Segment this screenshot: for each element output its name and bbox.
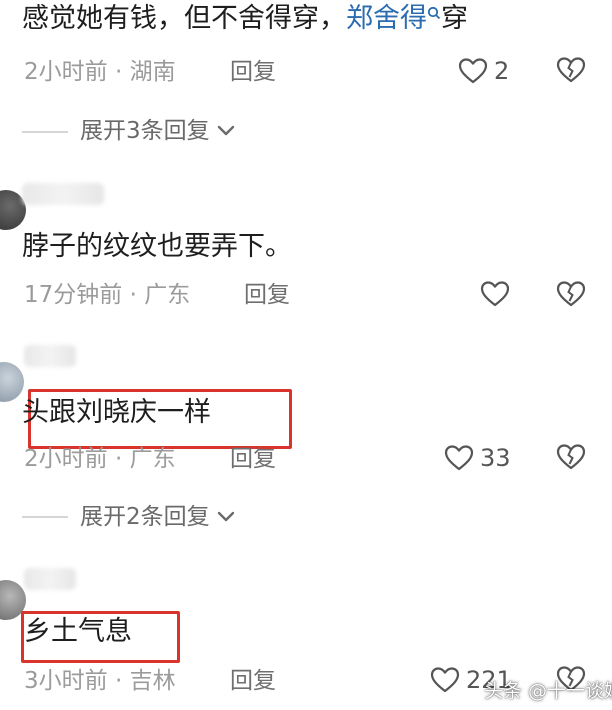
expand-divider [22,516,68,518]
comment-4-location: 吉林 [129,668,176,694]
username-blurred [24,568,76,590]
comment-4-reply-button[interactable]: 回复 [230,666,276,696]
comment-3-like-button[interactable]: 33 [444,443,511,473]
comment-1-dislike-button[interactable] [556,56,586,84]
search-icon [427,6,441,20]
comment-2-time: 17分钟前 [24,282,123,308]
comment-1-text-before: 感觉她有钱，但不舍得穿， [22,3,346,34]
broken-heart-icon [556,280,586,308]
comment-1-search-link[interactable]: 郑舍得 [346,3,441,34]
meta-separator: · [114,59,123,85]
comment-1-time: 2小时前 [24,59,108,85]
heart-icon [444,444,474,472]
meta-separator: · [129,282,137,308]
comment-2-text: 脖子的纹纹也要弄下。 [22,231,292,262]
comment-3-time: 2小时前 [24,446,108,472]
username-blurred [24,345,76,367]
broken-heart-icon [556,443,586,471]
comment-1-like-button[interactable]: 2 [458,56,509,86]
comment-3-location: 广东 [129,446,176,472]
comment-1-reply-button[interactable]: 回复 [230,57,276,87]
heart-icon [458,57,488,85]
comment-1-meta: 2小时前 · 湖南 [24,57,176,87]
comment-1-text: 感觉她有钱，但不舍得穿，郑舍得穿 [22,2,468,36]
comment-3-expand-replies[interactable]: 展开2条回复 [80,502,236,532]
comment-1-expand-replies[interactable]: 展开3条回复 [80,116,236,146]
comment-2-location: 广东 [144,282,191,308]
comment-2-like-button[interactable] [480,280,510,308]
comment-3-meta: 2小时前 · 广东 [24,444,176,474]
heart-icon [430,666,460,694]
comment-4-text: 乡土气息 [24,616,132,647]
username-blurred [22,183,104,205]
watermark: 头条 @十一谈娱 [484,680,612,702]
comment-2-dislike-button[interactable] [556,280,586,308]
broken-heart-icon [556,56,586,84]
comment-3-like-count: 33 [480,444,511,472]
comment-4-meta: 3小时前 · 吉林 [24,666,176,696]
heart-icon [480,280,510,308]
comment-3-dislike-button[interactable] [556,443,586,471]
expand-replies-label: 展开3条回复 [80,118,210,144]
meta-separator: · [114,446,123,472]
chevron-down-icon [216,116,236,146]
comment-1-text-after: 穿 [441,3,468,34]
comment-2-meta: 17分钟前 · 广东 [24,280,190,310]
chevron-down-icon [216,502,236,532]
expand-divider [22,131,68,133]
comment-4-time: 3小时前 [24,668,108,694]
avatar[interactable] [0,362,24,402]
comment-3-text: 头跟刘晓庆一样 [22,397,211,428]
meta-separator: · [114,668,123,694]
comment-1-location: 湖南 [129,59,176,85]
expand-replies-label: 展开2条回复 [80,504,210,530]
comment-2-reply-button[interactable]: 回复 [244,280,290,310]
comment-3-reply-button[interactable]: 回复 [230,444,276,474]
comment-1-like-count: 2 [494,57,510,85]
